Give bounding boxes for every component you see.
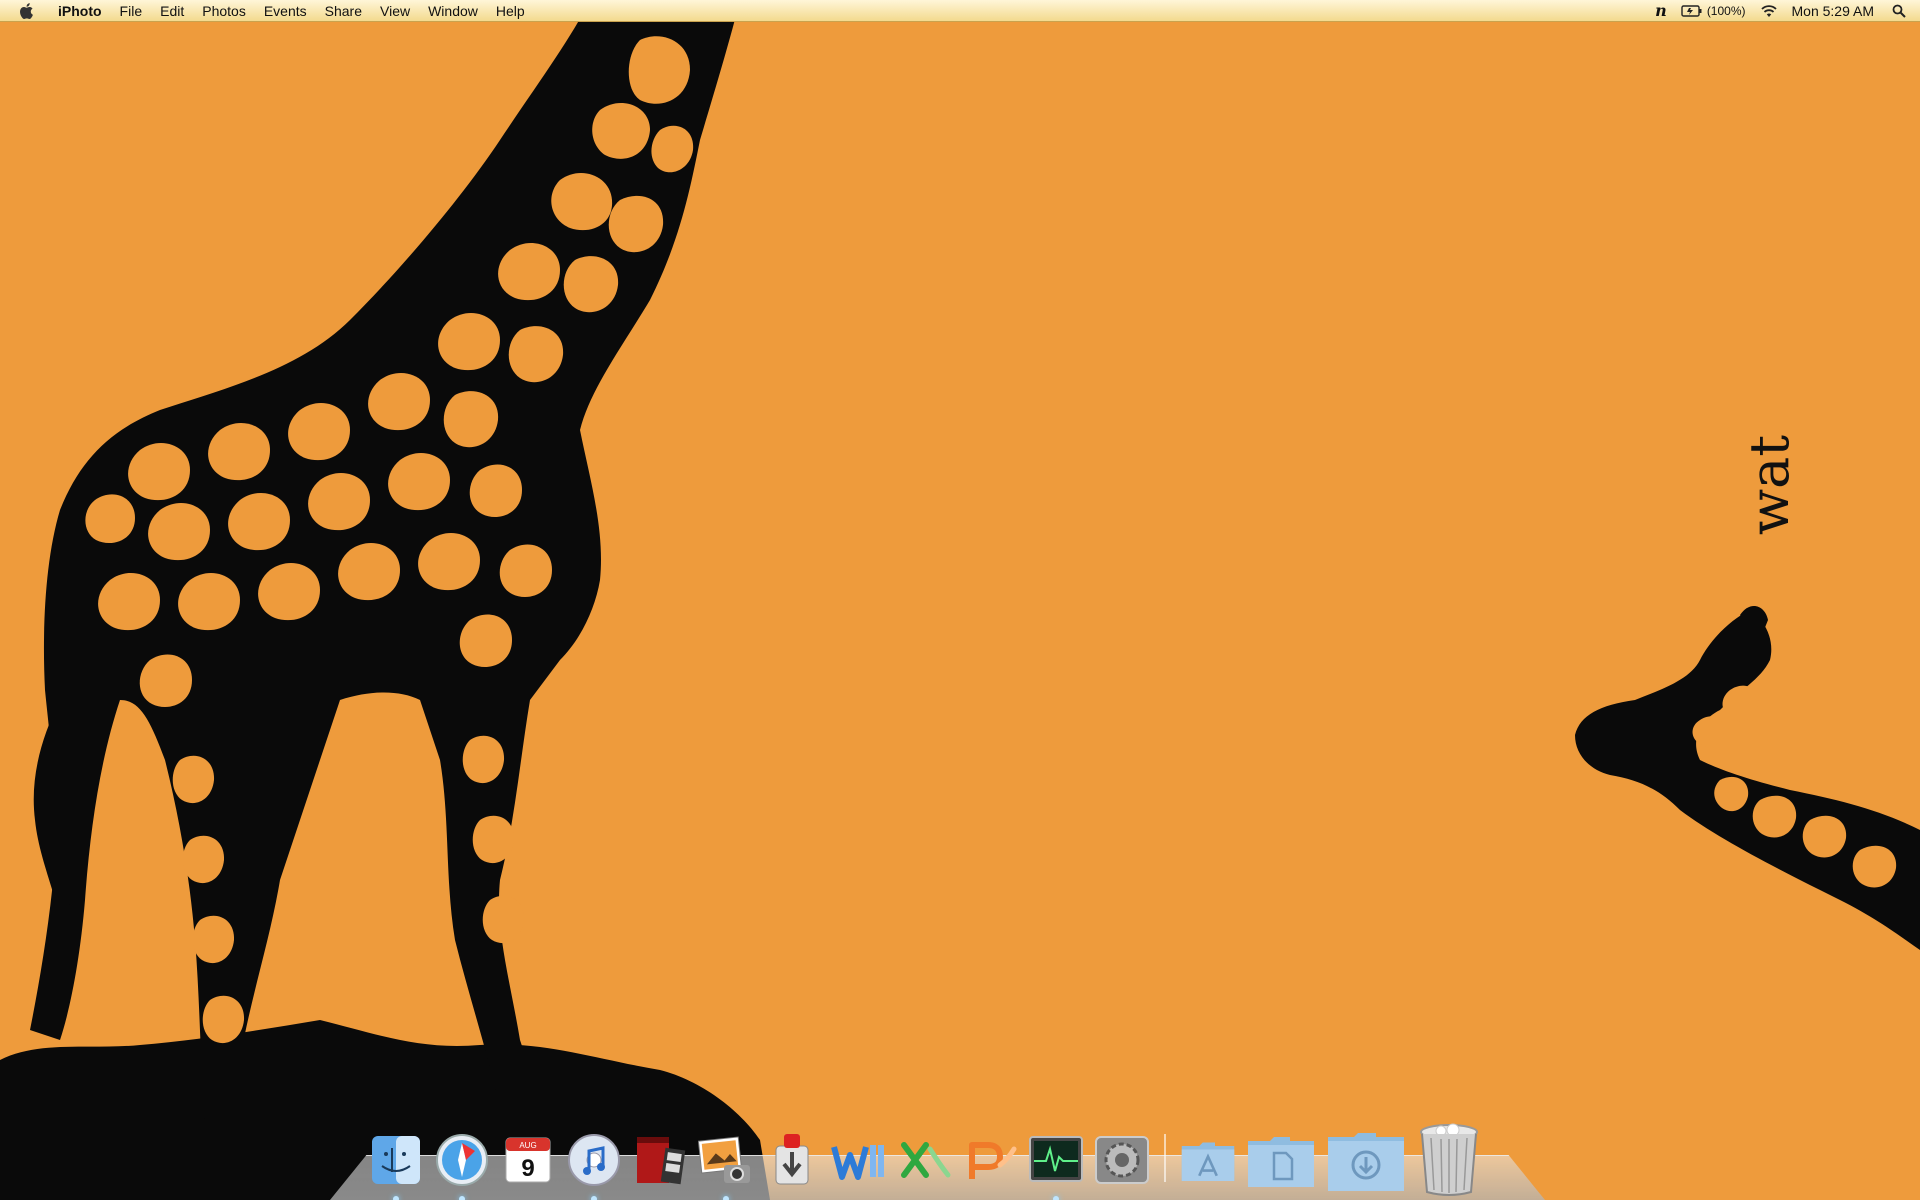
menu-share[interactable]: Share: [316, 0, 371, 22]
dock-iphoto[interactable]: [698, 1132, 754, 1200]
dock-documents-folder[interactable]: [1246, 1132, 1316, 1188]
clock[interactable]: Mon 5:29 AM: [1792, 3, 1875, 19]
dock-itunes[interactable]: [566, 1132, 622, 1200]
dock-activity-monitor[interactable]: [1028, 1132, 1084, 1200]
dock-microsoft-excel[interactable]: [896, 1132, 952, 1188]
dock-microsoft-powerpoint[interactable]: [962, 1132, 1018, 1188]
menu-help[interactable]: Help: [487, 0, 534, 22]
running-indicator: [1053, 1196, 1059, 1200]
giraffe-wallpaper: [0, 0, 1920, 1200]
battery-icon[interactable]: [1681, 4, 1703, 17]
app-menu[interactable]: iPhoto: [52, 0, 111, 22]
spotlight-search-icon[interactable]: [1892, 4, 1906, 18]
system-preferences-icon: [1095, 1136, 1149, 1184]
menu-window[interactable]: Window: [419, 0, 487, 22]
trash-icon: [1420, 1123, 1478, 1196]
dock: AUG 9: [330, 1123, 1545, 1200]
dock-applications-folder[interactable]: [1180, 1132, 1236, 1188]
apple-menu-icon[interactable]: [16, 0, 38, 22]
wifi-icon[interactable]: [1760, 4, 1778, 18]
desktop[interactable]: iPhoto File Edit Photos Events Share Vie…: [0, 0, 1920, 1200]
running-indicator: [723, 1196, 729, 1200]
menu-bar: iPhoto File Edit Photos Events Share Vie…: [0, 0, 1920, 22]
powerpoint-icon: [969, 1142, 1017, 1179]
running-indicator: [591, 1196, 597, 1200]
dock-transmission[interactable]: [764, 1132, 820, 1188]
downloads-folder-icon: [1328, 1133, 1404, 1191]
dock-photo-booth[interactable]: [632, 1132, 688, 1188]
menu-events[interactable]: Events: [255, 0, 316, 22]
dock-system-preferences[interactable]: [1094, 1132, 1150, 1188]
menu-file[interactable]: File: [111, 0, 152, 22]
wallpaper-wat-text: wat: [1738, 434, 1801, 536]
battery-percentage: (100%): [1706, 3, 1746, 18]
itunes-icon: [568, 1134, 620, 1186]
transmission-icon: [775, 1134, 809, 1185]
dock-ical[interactable]: AUG 9: [500, 1132, 556, 1188]
documents-folder-icon: [1248, 1137, 1314, 1187]
dock-separator: [1164, 1134, 1166, 1182]
dock-trash[interactable]: [1416, 1123, 1482, 1196]
menu-photos[interactable]: Photos: [193, 0, 255, 22]
iphoto-icon: [698, 1136, 750, 1183]
menu-edit[interactable]: Edit: [151, 0, 193, 22]
applications-folder-icon: [1181, 1142, 1235, 1181]
excel-icon: [901, 1142, 951, 1178]
running-indicator: [393, 1196, 399, 1200]
calendar-month: AUG: [519, 1141, 536, 1150]
menu-view[interactable]: View: [371, 0, 419, 22]
activity-monitor-icon: [1029, 1136, 1083, 1182]
photo-booth-icon: [637, 1137, 686, 1185]
dock-safari[interactable]: [434, 1132, 490, 1200]
safari-icon: [436, 1134, 488, 1186]
dock-finder[interactable]: [368, 1132, 424, 1200]
word-icon: [831, 1145, 884, 1180]
calendar-day: 9: [521, 1155, 534, 1182]
dock-downloads-folder[interactable]: [1326, 1132, 1406, 1191]
finder-icon: [372, 1136, 420, 1184]
running-indicator: [459, 1196, 465, 1200]
notification-n-icon[interactable]: n: [1655, 1, 1667, 20]
dock-microsoft-word[interactable]: [830, 1132, 886, 1188]
calendar-icon: AUG 9: [505, 1137, 551, 1183]
